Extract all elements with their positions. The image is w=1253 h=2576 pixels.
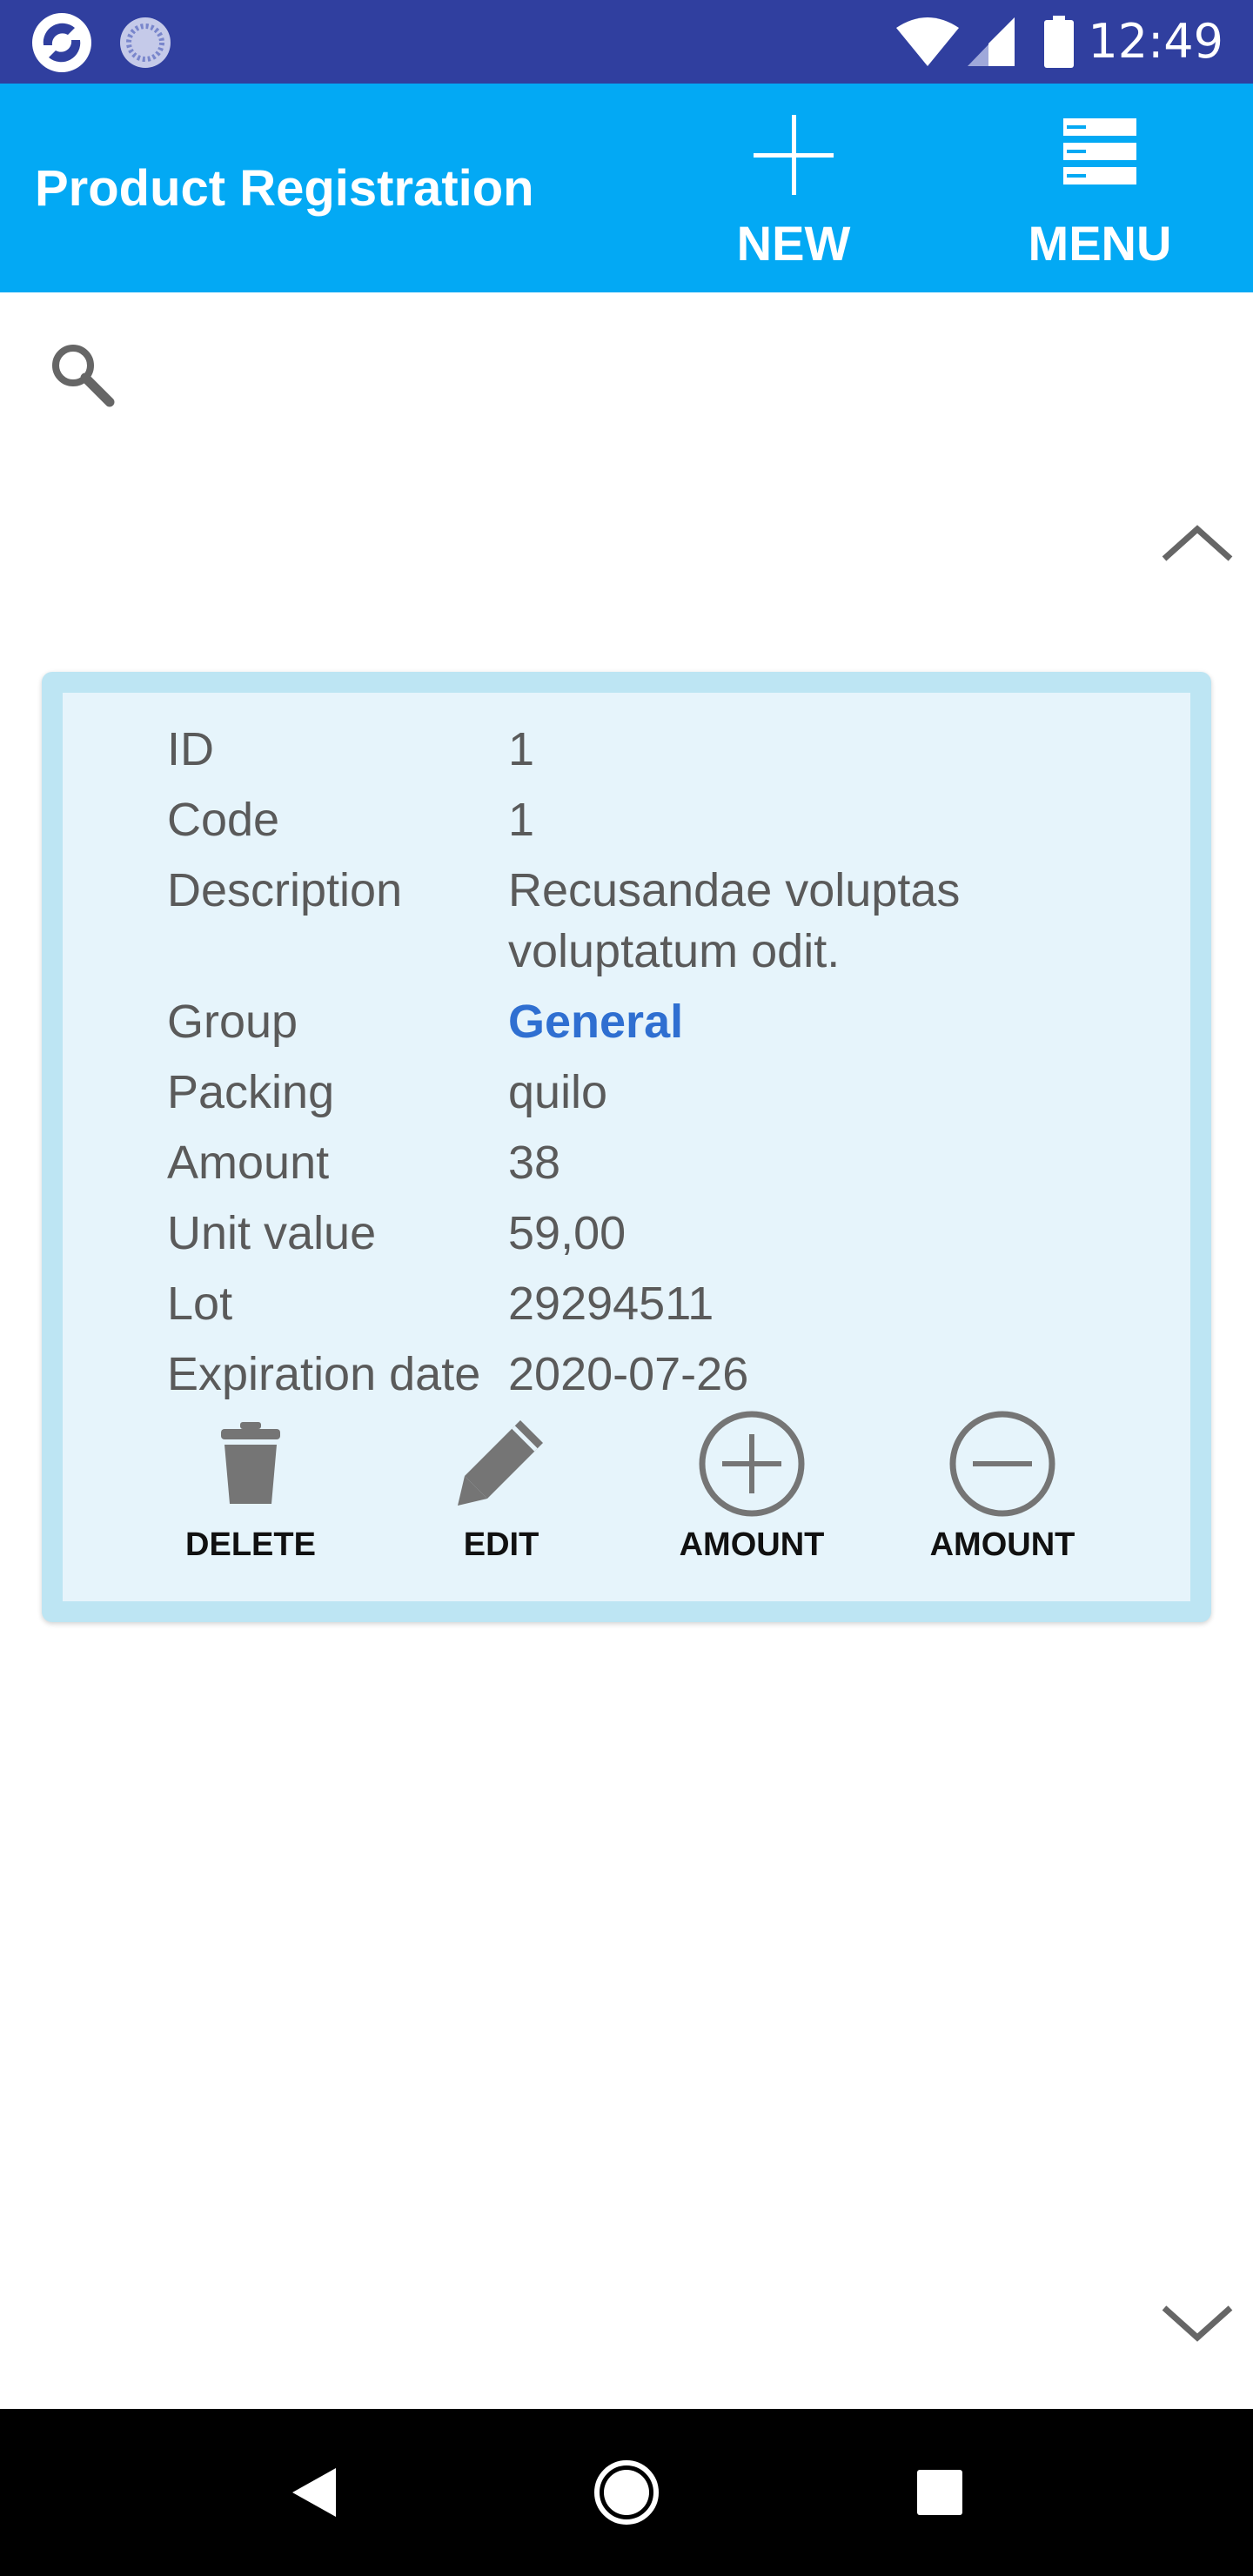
- group-link[interactable]: General: [508, 991, 1159, 1052]
- increase-amount-label: AMOUNT: [679, 1526, 825, 1563]
- menu-icon: [1063, 118, 1136, 184]
- chevron-up-icon[interactable]: [1161, 522, 1234, 564]
- menu-button-label: MENU: [1028, 216, 1172, 271]
- system-nav-bar: [0, 2409, 1253, 2576]
- wifi-icon: [896, 17, 959, 66]
- clock: 12:49: [1088, 14, 1223, 69]
- pencil-icon: [458, 1420, 543, 1506]
- app-bar: Product Registration NEW MENU: [0, 84, 1253, 292]
- chevron-down-icon[interactable]: [1161, 2303, 1234, 2345]
- sync-notification-icon: [120, 17, 171, 68]
- field-row-unit-value: Unit value 59,00: [167, 1203, 1159, 1264]
- page-title: Product Registration: [35, 160, 534, 217]
- decrease-amount-label: AMOUNT: [929, 1526, 1075, 1563]
- field-value: Recusandae voluptas voluptatum odit.: [508, 864, 961, 977]
- field-row-id: ID 1: [167, 719, 1159, 780]
- delete-button[interactable]: DELETE: [137, 1410, 364, 1584]
- decrease-amount-button[interactable]: AMOUNT: [889, 1410, 1116, 1584]
- menu-button[interactable]: MENU: [987, 84, 1213, 292]
- field-value: 59,00: [508, 1207, 626, 1259]
- edit-button[interactable]: EDIT: [388, 1410, 614, 1584]
- field-row-packing: Packing quilo: [167, 1062, 1159, 1123]
- battery-icon: [1044, 16, 1074, 68]
- status-bar: 12:49: [0, 0, 1253, 84]
- field-label: ID: [167, 723, 214, 775]
- field-value: quilo: [508, 1066, 608, 1118]
- field-row-description: Description Recusandae voluptas voluptat…: [167, 860, 1159, 982]
- plus-circle-icon: [699, 1411, 805, 1517]
- edit-button-label: EDIT: [463, 1526, 539, 1563]
- cell-signal-icon: [968, 17, 1015, 66]
- field-label: Group: [167, 996, 298, 1048]
- field-value: 2020-07-26: [508, 1348, 749, 1400]
- search-bar: [0, 292, 1253, 458]
- field-label: Description: [167, 864, 403, 916]
- product-details: ID 1 Code 1 Description Recusandae volup…: [167, 719, 1159, 1414]
- field-label: Expiration date: [167, 1348, 481, 1400]
- field-value: 1: [508, 794, 535, 846]
- field-value: 29294511: [508, 1278, 714, 1330]
- search-icon[interactable]: [47, 339, 117, 409]
- search-input[interactable]: [131, 345, 1178, 416]
- new-button[interactable]: NEW: [680, 84, 907, 292]
- field-row-group: Group General: [167, 991, 1159, 1052]
- home-icon[interactable]: [592, 2458, 661, 2527]
- field-row-amount: Amount 38: [167, 1132, 1159, 1193]
- field-label: Unit value: [167, 1207, 377, 1259]
- field-row-expiration-date: Expiration date 2020-07-26: [167, 1344, 1159, 1405]
- field-label: Code: [167, 794, 280, 846]
- new-button-label: NEW: [736, 216, 851, 271]
- field-row-lot: Lot 29294511: [167, 1273, 1159, 1334]
- field-label: Lot: [167, 1278, 233, 1330]
- delete-button-label: DELETE: [185, 1526, 316, 1563]
- field-value: 38: [508, 1137, 561, 1189]
- back-icon[interactable]: [289, 2466, 338, 2519]
- plus-icon: [754, 115, 834, 195]
- increase-amount-button[interactable]: AMOUNT: [639, 1410, 865, 1584]
- field-label: Amount: [167, 1137, 330, 1189]
- trash-icon: [221, 1422, 280, 1504]
- minus-circle-icon: [949, 1411, 1055, 1517]
- recents-icon[interactable]: [915, 2468, 964, 2517]
- field-row-code: Code 1: [167, 789, 1159, 850]
- app-notification-icon: [32, 13, 91, 72]
- field-value: 1: [508, 723, 535, 775]
- field-label: Packing: [167, 1066, 335, 1118]
